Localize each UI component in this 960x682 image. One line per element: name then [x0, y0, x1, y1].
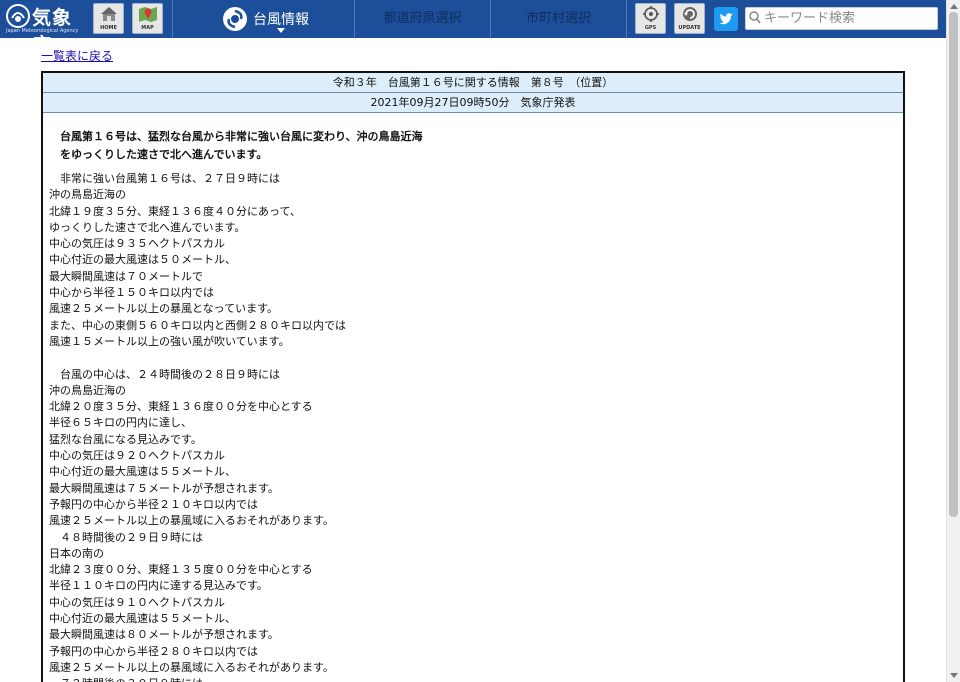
typhoon-icon: [223, 7, 247, 31]
scroll-up-arrow-icon[interactable]: [950, 4, 958, 9]
twitter-button[interactable]: [714, 7, 738, 31]
jma-logo[interactable]: 気象庁 Japan Meteorological Agency: [6, 3, 88, 56]
bulletin-line: また、中心の東側５６０キロ以内と西側２８０キロ以内では: [49, 318, 346, 332]
bulletin-line: ７２時間後の３０日９時には: [49, 676, 346, 682]
update-label: UPDATE: [678, 25, 701, 31]
gps-label: GPS: [644, 25, 657, 31]
bulletin-line: 半径６５キロの円内に達し、: [49, 416, 192, 430]
bulletin-line: 予報円の中心から半径２８０キロ以内では: [49, 644, 258, 658]
bulletin-line: 日本の南の: [49, 546, 104, 560]
bulletin-headline: 台風第１６号は、猛烈な台風から非常に強い台風に変わり、沖の鳥島近海 をゆっくりし…: [60, 128, 423, 164]
bulletin-line: 猛烈な台風になる見込みです。: [49, 432, 202, 446]
bulletin-body: 非常に強い台風第１６号は、２７日９時には 沖の鳥島近海の北緯１９度３５分、東経１３…: [49, 171, 346, 682]
bulletin-line: 風速２５メートル以上の暴風域に入るおそれがあります。: [49, 660, 334, 674]
nav-typhoon-label: 台風情報: [253, 12, 309, 28]
bulletin-line: 沖の鳥島近海の: [49, 188, 126, 202]
gps-button[interactable]: GPS: [635, 3, 666, 34]
nav-municipality-select[interactable]: 市町村選択: [491, 0, 626, 38]
nav-divider: [626, 0, 627, 38]
home-button[interactable]: HOME: [93, 3, 124, 34]
bulletin-line: 中心付近の最大風速は５５メートル、: [49, 612, 236, 626]
bulletin-line: 非常に強い台風第１６号は、２７日９時には: [49, 172, 280, 185]
bulletin-title: 令和３年 台風第１６号に関する情報 第８号 （位置）: [43, 73, 903, 93]
page-scrollbar[interactable]: [946, 0, 960, 682]
back-to-list-link[interactable]: 一覧表に戻る: [41, 47, 113, 64]
keyword-search-input[interactable]: キーワード検索: [745, 7, 938, 30]
nav-typhoon-info[interactable]: 台風情報: [173, 0, 354, 38]
map-icon: [139, 7, 157, 22]
bulletin-line: 半径１１０キロの円内に達する見込みです。: [49, 579, 268, 593]
map-label: MAP: [141, 25, 154, 31]
search-icon: [749, 11, 761, 24]
bulletin-line: ４８時間後の２９日９時には: [49, 530, 203, 544]
nav-prefecture-select[interactable]: 都道府県選択: [355, 0, 490, 38]
twitter-icon: [719, 13, 733, 25]
bulletin-line: 最大瞬間風速は８０メートルが予想されます。: [49, 628, 279, 642]
bulletin-line: ゆっくりした速さで北へ進んでいます。: [49, 220, 246, 234]
bulletin-line: 中心付近の最大風速は５５メートル、: [49, 465, 236, 479]
bulletin-line: 北緯２３度００分、東経１３５度００分を中心とする: [49, 563, 313, 577]
bulletin-line: 予報円の中心から半径２１０キロ以内では: [49, 497, 258, 511]
bulletin-line: 中心の気圧は９３５ヘクトパスカル: [49, 237, 225, 251]
jma-logo-icon: [6, 4, 30, 28]
scroll-down-arrow-icon[interactable]: [950, 673, 958, 678]
scrollbar-thumb[interactable]: [949, 12, 958, 517]
bulletin-line: 風速１５メートル以上の強い風が吹いています。: [49, 334, 290, 348]
bulletin-issued-time: 2021年09月27日09時50分 気象庁発表: [43, 93, 903, 113]
map-button[interactable]: MAP: [132, 3, 163, 34]
refresh-icon: [683, 7, 697, 21]
bulletin-line: 台風の中心は、２４時間後の２８日９時には: [49, 367, 280, 381]
bulletin-line: 中心から半径１５０キロ以内では: [49, 286, 214, 300]
bulletin-line: 最大瞬間風速は７０メートルで: [49, 269, 203, 283]
bulletin-line: 風速２５メートル以上の暴風となっています。: [49, 302, 279, 316]
bulletin-line: 北緯２０度３５分、東経１３６度００分を中心とする: [49, 400, 313, 414]
headline-line: 台風第１６号は、猛烈な台風から非常に強い台風に変わり、沖の鳥島近海: [60, 130, 423, 143]
typhoon-bulletin-panel: 令和３年 台風第１６号に関する情報 第８号 （位置） 2021年09月27日09…: [41, 71, 905, 682]
bulletin-line: [49, 350, 346, 366]
update-button[interactable]: UPDATE: [674, 3, 705, 34]
gps-icon: [643, 6, 659, 22]
bulletin-line: 中心の気圧は９１０ヘクトパスカル: [49, 595, 225, 609]
site-header: 気象庁 Japan Meteorological Agency HOME MAP…: [0, 0, 946, 56]
chevron-down-icon: [277, 28, 285, 33]
bulletin-line: 最大瞬間風速は７５メートルが予想されます。: [49, 481, 279, 495]
logo-subtitle: Japan Meteorological Agency: [6, 28, 79, 34]
bulletin-line: 北緯１９度３５分、東経１３６度４０分にあって、: [49, 204, 301, 218]
bulletin-line: 風速２５メートル以上の暴風域に入るおそれがあります。: [49, 514, 334, 528]
headline-line: をゆっくりした速さで北へ進んでいます。: [60, 148, 268, 161]
bulletin-line: 中心付近の最大風速は５０メートル、: [49, 253, 236, 267]
home-icon: [101, 7, 117, 21]
home-label: HOME: [100, 25, 117, 31]
bulletin-line: 沖の鳥島近海の: [49, 383, 126, 397]
bulletin-line: 中心の気圧は９２０ヘクトパスカル: [49, 449, 225, 463]
